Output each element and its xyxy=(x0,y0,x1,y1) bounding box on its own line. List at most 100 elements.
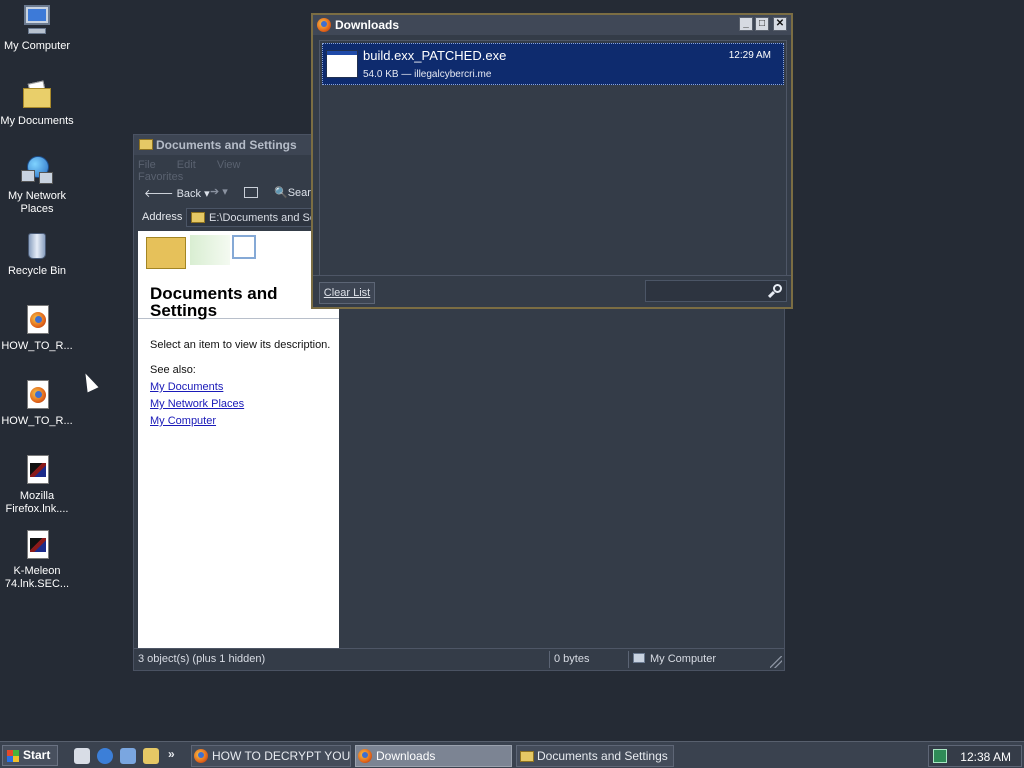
address-bar: Address E:\Documents and Se xyxy=(138,208,316,228)
desktop-icon-recycle-bin[interactable]: Recycle Bin xyxy=(0,229,74,278)
task-label: Downloads xyxy=(376,749,436,763)
firefox-icon xyxy=(358,749,372,763)
download-item[interactable]: build.exx_PATCHED.exe 54.0 KB — illegalc… xyxy=(322,43,784,85)
resize-grip[interactable] xyxy=(770,656,782,668)
folder-icon xyxy=(191,212,205,223)
task-label: HOW TO DECRYPT YOUR ... xyxy=(212,749,351,763)
status-location: My Computer xyxy=(633,653,716,665)
shortcut-file-icon xyxy=(21,454,53,486)
desktop-icon-mozilla-firefox-lnk[interactable]: Mozilla Firefox.lnk.... xyxy=(0,454,74,516)
desktop-icon-label: HOW_TO_R... xyxy=(1,340,73,352)
link-my-network-places[interactable]: My Network Places xyxy=(150,398,244,410)
quicklaunch-more-button[interactable]: » xyxy=(168,747,175,761)
downloads-footer: Clear List xyxy=(313,275,791,307)
windows-logo-icon xyxy=(7,750,19,762)
desktop-icon-network-places[interactable]: My Network Places xyxy=(0,154,74,216)
desktop-icon-how-to-r-1[interactable]: HOW_TO_R... xyxy=(0,304,74,353)
back-button[interactable]: 🡐 Back ▾ xyxy=(144,186,210,200)
search-label: Sear xyxy=(287,187,311,199)
folder-icon xyxy=(139,139,153,150)
desktop-icon-label: HOW_TO_R... xyxy=(1,415,73,427)
close-button[interactable]: ✕ xyxy=(773,17,787,31)
firefox-icon xyxy=(194,749,208,763)
task-button-documents-and-settings[interactable]: Documents and Settings xyxy=(516,745,674,767)
download-time: 12:29 AM xyxy=(728,50,771,61)
my-documents-icon xyxy=(21,79,53,111)
task-pane: Documents and Settings Select an item to… xyxy=(138,231,339,649)
downloads-list[interactable]: build.exx_PATCHED.exe 54.0 KB — illegalc… xyxy=(319,40,787,276)
start-button[interactable]: Start xyxy=(2,745,58,766)
status-object-count: 3 object(s) (plus 1 hidden) xyxy=(138,653,266,665)
shortcut-file-icon xyxy=(21,529,53,561)
chevron-down-icon: ▾ xyxy=(204,188,210,200)
show-desktop-icon[interactable] xyxy=(74,748,90,764)
mouse-cursor-icon xyxy=(80,370,99,393)
downloads-search-input[interactable] xyxy=(645,280,787,302)
task-pane-title: Documents and Settings xyxy=(150,284,278,320)
desktop-icon-my-documents[interactable]: My Documents xyxy=(0,79,74,128)
window-title: Downloads xyxy=(335,18,400,32)
link-my-computer[interactable]: My Computer xyxy=(150,415,216,427)
status-location-label: My Computer xyxy=(650,653,717,665)
task-button-downloads[interactable]: Downloads xyxy=(355,745,512,767)
firefox-icon xyxy=(317,18,331,32)
search-icon: 🔍 xyxy=(274,187,288,199)
task-pane-header: Documents and Settings xyxy=(138,231,339,319)
desktop-icon-label: K-Meleon 74.lnk.SEC... xyxy=(4,565,70,590)
see-also-label: See also: xyxy=(150,364,196,376)
menu-edit[interactable]: Edit xyxy=(177,159,196,171)
window-title: Documents and Settings xyxy=(156,138,297,152)
desktop-icon-k-meleon-lnk[interactable]: K-Meleon 74.lnk.SEC... xyxy=(0,529,74,591)
decorative-art xyxy=(190,235,230,265)
outlook-express-icon[interactable] xyxy=(120,748,136,764)
explorer-quicklaunch-icon[interactable] xyxy=(143,748,159,764)
folder-art-icon xyxy=(146,237,186,269)
address-input[interactable]: E:\Documents and Se xyxy=(186,208,316,227)
explorer-toolbar: 🡐 Back ▾ ➔ ▾ 🔍Sear xyxy=(138,182,316,204)
executable-file-icon xyxy=(326,50,358,78)
desktop-icon-label: My Network Places xyxy=(7,190,67,215)
search-button[interactable]: 🔍Sear xyxy=(274,186,311,199)
maximize-button[interactable]: □ xyxy=(755,17,769,31)
desktop-icon-label: My Computer xyxy=(3,40,71,52)
desktop-icon-how-to-r-2[interactable]: HOW_TO_R... xyxy=(0,379,74,428)
folder-icon xyxy=(520,751,534,762)
desktop-icon-my-computer[interactable]: My Computer xyxy=(0,4,74,53)
downloads-titlebar[interactable]: Downloads _ □ ✕ xyxy=(313,15,791,35)
system-tray: 12:38 AM xyxy=(928,745,1022,767)
decorative-art xyxy=(232,235,256,259)
back-label: Back xyxy=(176,188,202,200)
network-status-icon[interactable] xyxy=(933,749,947,763)
status-bar: 3 object(s) (plus 1 hidden) 0 bytes My C… xyxy=(134,648,784,670)
clock[interactable]: 12:38 AM xyxy=(960,750,1011,764)
network-places-icon xyxy=(21,154,53,186)
recycle-bin-icon xyxy=(21,229,53,261)
menu-bar: File Edit View Favorites xyxy=(138,159,318,183)
my-computer-icon xyxy=(21,4,53,36)
firefox-html-file-icon xyxy=(21,379,53,411)
menu-file[interactable]: File xyxy=(138,159,156,171)
menu-view[interactable]: View xyxy=(217,159,241,171)
up-folder-icon[interactable] xyxy=(244,187,258,198)
search-icon[interactable] xyxy=(767,283,783,299)
link-my-documents[interactable]: My Documents xyxy=(150,381,223,393)
task-label: Documents and Settings xyxy=(537,749,668,763)
clear-list-button[interactable]: Clear List xyxy=(319,282,375,304)
firefox-html-file-icon xyxy=(21,304,53,336)
minimize-button[interactable]: _ xyxy=(739,17,753,31)
start-label: Start xyxy=(23,748,51,762)
address-label: Address xyxy=(142,211,183,223)
download-filename: build.exx_PATCHED.exe xyxy=(363,48,507,63)
desktop-icon-label: Mozilla Firefox.lnk.... xyxy=(5,490,69,515)
status-size: 0 bytes xyxy=(554,653,590,665)
desktop-icon-label: My Documents xyxy=(0,115,74,127)
forward-button[interactable]: ➔ ▾ xyxy=(210,185,228,198)
internet-explorer-icon[interactable] xyxy=(97,748,113,764)
back-arrow-icon: 🡐 xyxy=(144,188,177,200)
desktop-icon-label: Recycle Bin xyxy=(7,265,67,277)
task-button-how-to-decrypt[interactable]: HOW TO DECRYPT YOUR ... xyxy=(191,745,351,767)
task-pane-description: Select an item to view its description. xyxy=(150,339,331,351)
downloads-window[interactable]: Downloads _ □ ✕ build.exx_PATCHED.exe 54… xyxy=(311,13,793,309)
taskbar: Start » HOW TO DECRYPT YOUR ... Download… xyxy=(0,741,1024,768)
my-computer-icon xyxy=(633,653,645,663)
